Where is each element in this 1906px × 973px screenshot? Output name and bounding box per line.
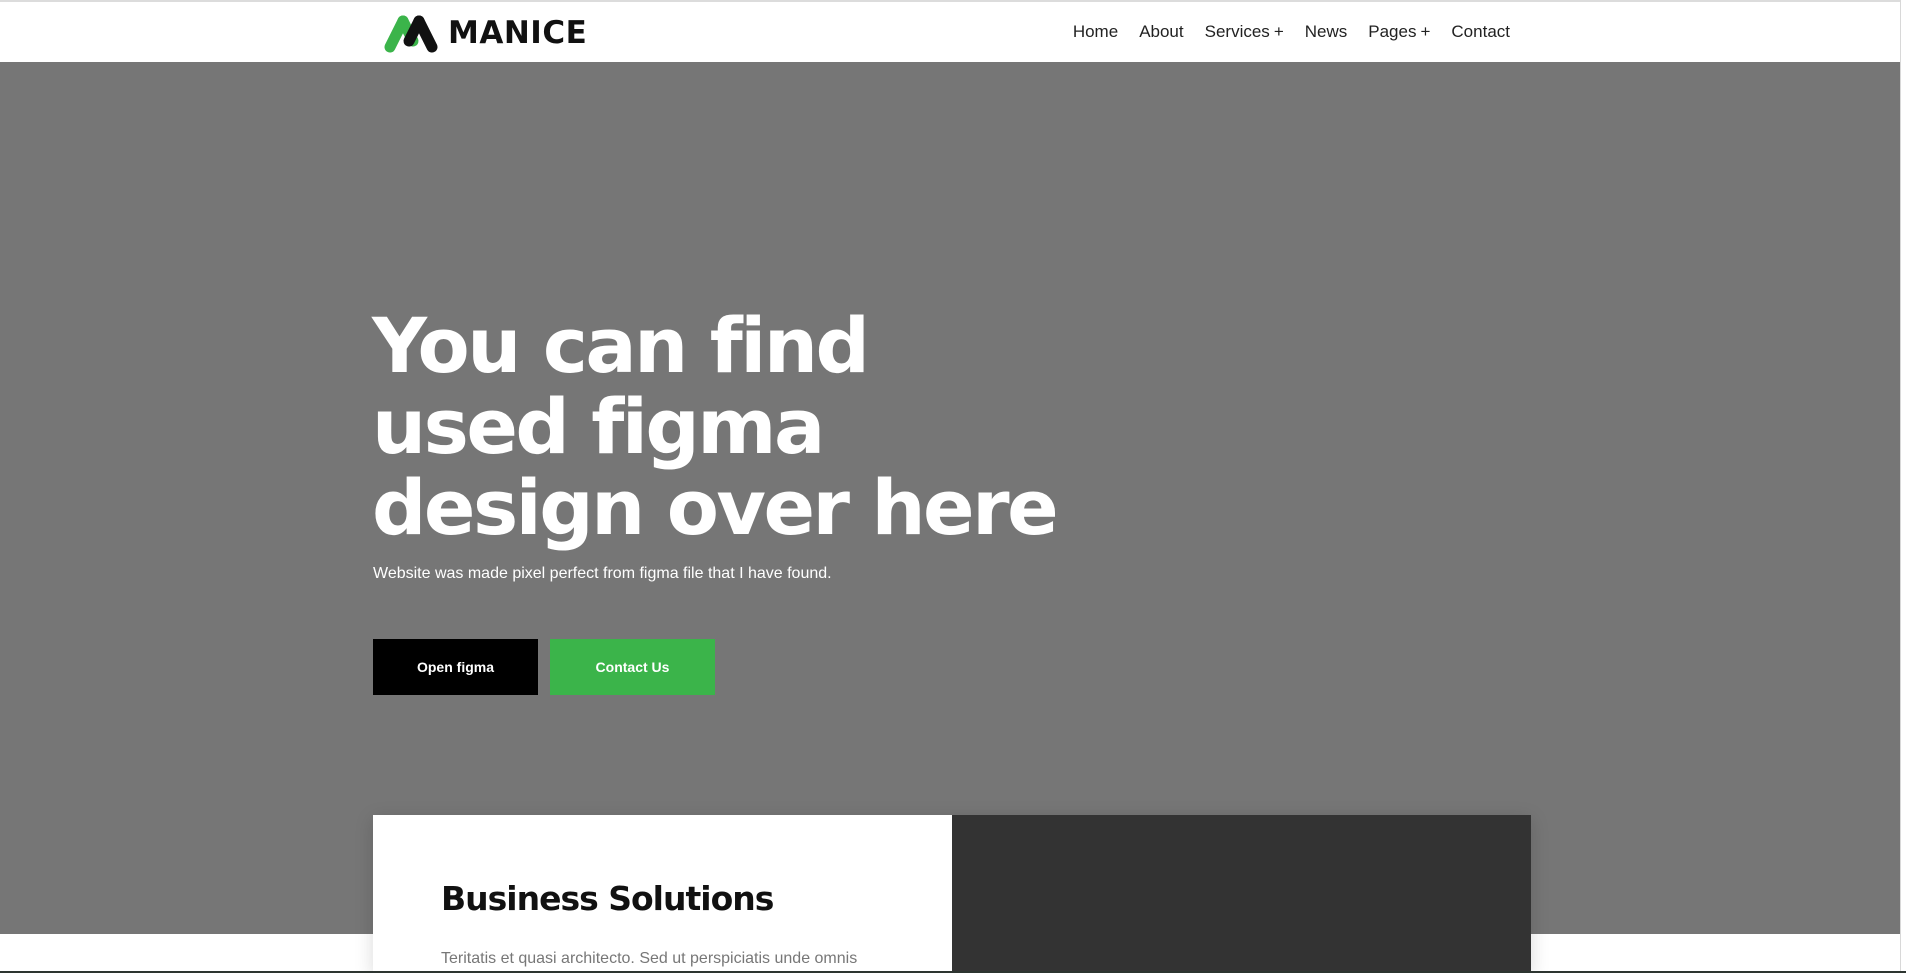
nav-label: Home — [1072, 22, 1119, 41]
nav-item-services[interactable]: Services + — [1205, 22, 1284, 42]
nav-item-news[interactable]: News — [1305, 22, 1348, 42]
hero-title: You can find used figma design over here — [372, 301, 1059, 552]
plus-icon: + — [1420, 22, 1431, 41]
nav-label: Services — [1204, 22, 1270, 41]
nav-label: News — [1304, 22, 1348, 41]
card-title: Business Solutions — [441, 879, 774, 918]
card-content: Business Solutions Teritatis et quasi ar… — [373, 815, 952, 973]
card-text: Teritatis et quasi architecto. Sed ut pe… — [441, 950, 858, 967]
brand-name: MANICE — [448, 15, 588, 51]
nav-item-home[interactable]: Home — [1073, 22, 1118, 42]
hero-section: You can find used figma design over here… — [0, 62, 1906, 934]
hero-subtitle: Website was made pixel perfect from figm… — [373, 565, 832, 582]
open-figma-button[interactable]: Open figma — [373, 639, 538, 695]
nav-item-pages[interactable]: Pages + — [1368, 22, 1430, 42]
nav-item-about[interactable]: About — [1139, 22, 1183, 42]
nav-label: Contact — [1451, 22, 1510, 41]
logo-link[interactable]: MANICE — [382, 13, 587, 53]
card-dark-panel — [952, 815, 1531, 973]
site-header: MANICE Home About Services + News Pages + … — [0, 2, 1906, 62]
scrollbar-track[interactable] — [1900, 0, 1906, 973]
contact-us-button[interactable]: Contact Us — [550, 639, 715, 695]
nav-item-contact[interactable]: Contact — [1451, 22, 1510, 42]
business-solutions-card: Business Solutions Teritatis et quasi ar… — [373, 815, 1531, 973]
manice-logo-icon — [384, 15, 438, 53]
nav-label: About — [1139, 22, 1184, 41]
plus-icon: + — [1273, 22, 1284, 41]
main-nav: Home About Services + News Pages + Contact — [1073, 2, 1510, 62]
nav-label: Pages — [1368, 22, 1417, 41]
